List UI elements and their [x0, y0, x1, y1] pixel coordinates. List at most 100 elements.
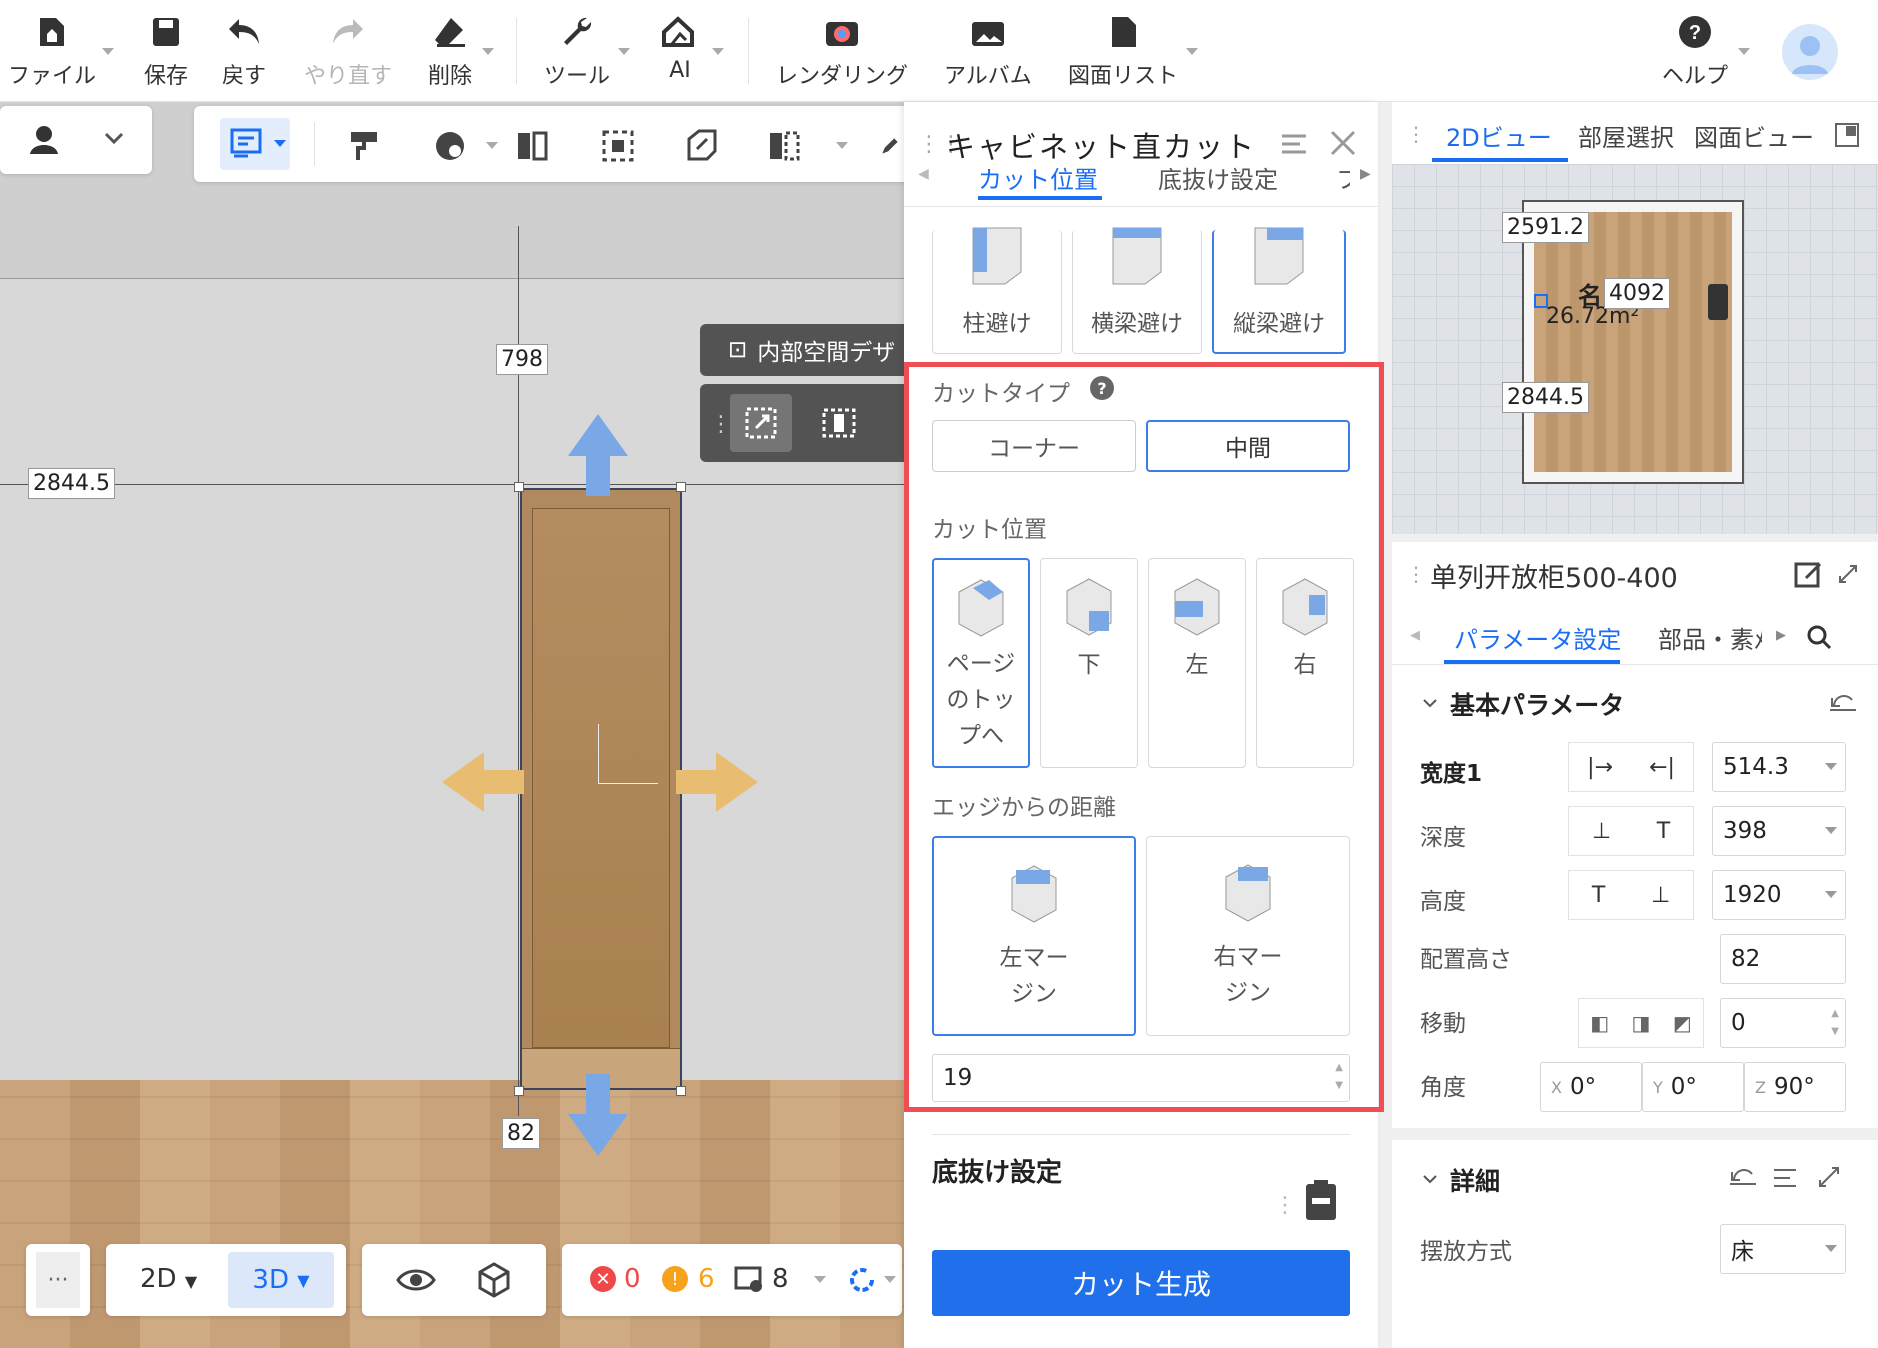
- search-icon[interactable]: [1806, 624, 1832, 650]
- drawing-list-button[interactable]: 図面リスト: [1068, 14, 1178, 90]
- album-button[interactable]: アルバム: [944, 14, 1032, 90]
- minimap-dim-c[interactable]: 2844.5: [1502, 382, 1589, 413]
- tab-2d-view[interactable]: 2Dビュー: [1446, 118, 1552, 153]
- angle-y-input[interactable]: Y 0°: [1642, 1062, 1744, 1112]
- chevron-down-icon[interactable]: [1422, 1174, 1438, 1186]
- drag-handle-icon[interactable]: ⋮: [710, 412, 732, 437]
- redo-button[interactable]: やり直す: [304, 14, 392, 90]
- tab-scroll-right-icon[interactable]: ▶: [1360, 166, 1371, 182]
- selected-object-marker[interactable]: [1534, 294, 1548, 308]
- eye-icon[interactable]: [396, 1264, 436, 1296]
- tab-drawing-view[interactable]: 図面ビュー: [1694, 118, 1814, 153]
- paint-roller-icon[interactable]: [344, 126, 384, 166]
- avatar[interactable]: [1782, 24, 1838, 80]
- window-toggle-icon[interactable]: [1834, 122, 1860, 148]
- chevron-down-icon[interactable]: [884, 1276, 896, 1283]
- anchor-up-icon[interactable]: ⊥: [1592, 819, 1611, 844]
- cut-position-left-option[interactable]: 左: [1148, 558, 1246, 768]
- move-left-icon[interactable]: ◧: [1590, 1011, 1609, 1035]
- ai-menu[interactable]: AI: [662, 14, 698, 83]
- move-right-arrow-icon[interactable]: [676, 750, 760, 814]
- help-icon[interactable]: ?: [1090, 376, 1114, 400]
- cabinet-model[interactable]: [520, 488, 682, 1090]
- cut-position-bottom-option[interactable]: 下: [1040, 558, 1138, 768]
- avoid-column-option[interactable]: 柱避け: [932, 227, 1062, 354]
- move-input[interactable]: 0 ▲ ▼: [1720, 998, 1846, 1048]
- cut-type-middle-button[interactable]: 中間: [1146, 420, 1350, 472]
- chevron-down-icon[interactable]: [1738, 48, 1750, 55]
- tab-room-select[interactable]: 部屋選択: [1578, 118, 1674, 153]
- anchor-top-icon[interactable]: T: [1592, 883, 1605, 908]
- tab-scroll-left-icon[interactable]: ◀: [918, 166, 929, 182]
- move-center-icon[interactable]: ◨: [1632, 1011, 1651, 1035]
- split-tool-icon[interactable]: [820, 404, 860, 446]
- tab-scroll-left-icon[interactable]: ◀: [1410, 628, 1420, 643]
- reset-icon[interactable]: [1828, 690, 1858, 716]
- chevron-down-icon[interactable]: [486, 142, 498, 149]
- clipboard-icon[interactable]: ⋮: [1266, 1160, 1344, 1238]
- chevron-down-icon[interactable]: [1186, 48, 1198, 55]
- cube-view-icon[interactable]: [474, 1260, 514, 1300]
- render-button[interactable]: レンダリング: [776, 14, 908, 90]
- chevron-down-icon[interactable]: [1825, 763, 1837, 770]
- dimension-top-label[interactable]: 798: [496, 344, 548, 375]
- edit-icon[interactable]: [1794, 560, 1824, 590]
- resize-handle[interactable]: [676, 482, 686, 492]
- drag-handle-icon[interactable]: ⋮: [1406, 122, 1426, 146]
- dimension-left-label[interactable]: 2844.5: [28, 468, 115, 499]
- minimap[interactable]: 2591.2 名 26.72m² 4092 2844.5: [1392, 164, 1878, 534]
- avoid-horizontal-beam-option[interactable]: 横梁避け: [1072, 227, 1202, 354]
- left-margin-option[interactable]: 左マー ジン: [932, 836, 1136, 1036]
- chevron-down-icon[interactable]: [712, 48, 724, 55]
- anchor-right-icon[interactable]: ←|: [1649, 755, 1675, 780]
- stepper-icon[interactable]: ▲ ▼: [1335, 1059, 1343, 1095]
- reset-icon[interactable]: [1728, 1164, 1758, 1190]
- undo-button[interactable]: 戻す: [222, 14, 266, 90]
- minimap-dim-b[interactable]: 4092: [1604, 278, 1670, 309]
- height-anchor-toggle[interactable]: T ⊥: [1568, 870, 1694, 920]
- stepper-icon[interactable]: ▲ ▼: [1831, 1005, 1839, 1041]
- generate-cut-button[interactable]: カット生成: [932, 1250, 1350, 1316]
- close-icon[interactable]: [1328, 128, 1358, 158]
- chevron-down-icon[interactable]: [836, 142, 848, 149]
- expand-icon[interactable]: [1836, 562, 1860, 586]
- expand-icon[interactable]: [1816, 1164, 1842, 1190]
- chevron-down-icon[interactable]: [1422, 698, 1438, 710]
- split-icon[interactable]: [764, 126, 804, 166]
- resize-handle[interactable]: [514, 482, 524, 492]
- 3d-viewport[interactable]: 798 2844.5 82 ⊡ 内部空間デザ ⋮: [0, 102, 910, 1348]
- save-button[interactable]: 保存: [144, 14, 188, 90]
- chevron-down-icon[interactable]: [1825, 1245, 1837, 1252]
- help-button[interactable]: ? ヘルプ: [1662, 14, 1728, 90]
- move-right-icon[interactable]: ◩: [1673, 1011, 1692, 1035]
- placement-height-input[interactable]: 82: [1720, 934, 1846, 984]
- right-margin-option[interactable]: 右マー ジン: [1146, 836, 1350, 1036]
- angle-z-input[interactable]: Z 90°: [1744, 1062, 1846, 1112]
- edit-shape-icon[interactable]: [682, 126, 722, 166]
- anchor-bottom-icon[interactable]: ⊥: [1651, 883, 1670, 908]
- depth-anchor-toggle[interactable]: ⊥ T: [1568, 806, 1694, 856]
- tools-menu[interactable]: ツール: [544, 14, 610, 90]
- resize-handle[interactable]: [676, 1086, 686, 1096]
- minimap-dim-a[interactable]: 2591.2: [1502, 212, 1589, 243]
- tab-parameter-settings[interactable]: パラメータ設定: [1454, 620, 1621, 655]
- dimension-bottom-label[interactable]: 82: [502, 1118, 540, 1149]
- resize-handle[interactable]: [514, 1086, 524, 1096]
- user-switcher[interactable]: [0, 106, 152, 174]
- select-tool[interactable]: [220, 118, 290, 170]
- error-icon[interactable]: ✕: [590, 1266, 616, 1292]
- edge-distance-input[interactable]: 19 ▲ ▼: [932, 1054, 1350, 1102]
- tab-more[interactable]: フ: [1336, 160, 1350, 195]
- move-up-arrow-icon[interactable]: [566, 412, 630, 498]
- pen-icon[interactable]: [880, 126, 900, 166]
- move-down-arrow-icon[interactable]: [566, 1072, 630, 1158]
- scale-tool-icon[interactable]: [730, 394, 792, 452]
- list-icon[interactable]: [1772, 1166, 1802, 1190]
- chevron-down-icon[interactable]: [814, 1276, 826, 1283]
- cut-type-corner-button[interactable]: コーナー: [932, 420, 1136, 472]
- avoid-vertical-beam-option[interactable]: 縦梁避け: [1212, 227, 1346, 354]
- anchor-down-icon[interactable]: T: [1657, 819, 1670, 844]
- move-direction-toggle[interactable]: ◧ ◨ ◩: [1578, 998, 1704, 1048]
- cut-position-right-option[interactable]: 右: [1256, 558, 1354, 768]
- move-left-arrow-icon[interactable]: [440, 750, 524, 814]
